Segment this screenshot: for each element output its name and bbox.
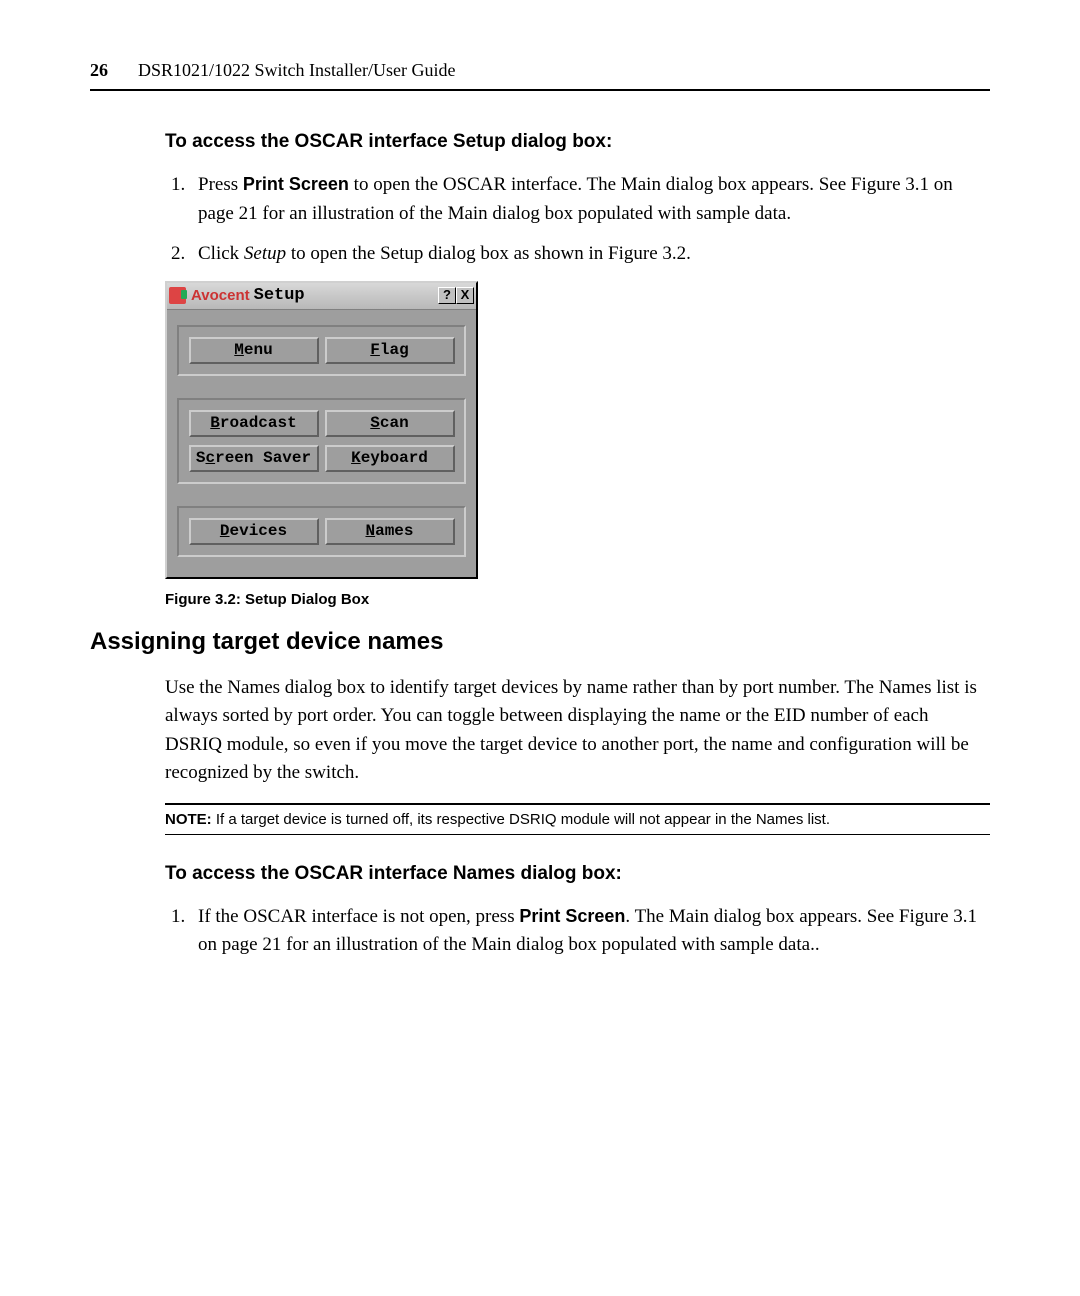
page-number: 26 xyxy=(90,60,108,81)
guide-title: DSR1021/1022 Switch Installer/User Guide xyxy=(138,60,455,81)
note-block: NOTE: If a target device is turned off, … xyxy=(165,803,990,835)
title-bar-buttons: ? X xyxy=(438,287,474,304)
scan-button[interactable]: Scan xyxy=(325,410,455,437)
button-group-3: Devices Names xyxy=(177,506,466,557)
section-heading-setup: To access the OSCAR interface Setup dial… xyxy=(165,131,990,153)
dialog-body: Menu Flag Broadcast Scan Screen Saver Ke… xyxy=(167,310,476,577)
setup-italic: Setup xyxy=(244,243,286,264)
page-header: 26 DSR1021/1022 Switch Installer/User Gu… xyxy=(90,60,990,91)
section-heading-names: To access the OSCAR interface Names dial… xyxy=(165,863,990,885)
brand-text: Avocent xyxy=(191,287,250,304)
help-button[interactable]: ? xyxy=(438,287,456,304)
note-label: NOTE: xyxy=(165,811,212,828)
title-bar: Avocent Setup ? X xyxy=(167,283,476,310)
step-1: Press Print Screen to open the OSCAR int… xyxy=(190,171,990,228)
print-screen-bold: Print Screen xyxy=(519,906,625,926)
broadcast-button[interactable]: Broadcast xyxy=(189,410,319,437)
button-row: Devices Names xyxy=(187,518,456,545)
keyboard-button[interactable]: Keyboard xyxy=(325,445,455,472)
note-text: If a target device is turned off, its re… xyxy=(212,811,830,828)
instruction-list-2: If the OSCAR interface is not open, pres… xyxy=(165,903,990,960)
names-button[interactable]: Names xyxy=(325,518,455,545)
body-paragraph: Use the Names dialog box to identify tar… xyxy=(165,674,990,788)
button-row: Menu Flag xyxy=(187,337,456,364)
avocent-logo-icon xyxy=(169,287,186,304)
figure-caption: Figure 3.2: Setup Dialog Box xyxy=(165,591,990,608)
setup-dialog-figure: Avocent Setup ? X Menu Flag Broadcast Sc… xyxy=(165,281,990,579)
button-group-2: Broadcast Scan Screen Saver Keyboard xyxy=(177,398,466,484)
devices-button[interactable]: Devices xyxy=(189,518,319,545)
step-1: If the OSCAR interface is not open, pres… xyxy=(190,903,990,960)
print-screen-bold: Print Screen xyxy=(243,174,349,194)
button-row: Screen Saver Keyboard xyxy=(187,445,456,472)
main-section-heading: Assigning target device names xyxy=(90,628,990,656)
instruction-list-1: Press Print Screen to open the OSCAR int… xyxy=(165,171,990,269)
dialog-window: Avocent Setup ? X Menu Flag Broadcast Sc… xyxy=(165,281,478,579)
button-row: Broadcast Scan xyxy=(187,410,456,437)
screen-saver-button[interactable]: Screen Saver xyxy=(189,445,319,472)
close-button[interactable]: X xyxy=(456,287,474,304)
button-group-1: Menu Flag xyxy=(177,325,466,376)
step-2: Click Setup to open the Setup dialog box… xyxy=(190,240,990,269)
flag-button[interactable]: Flag xyxy=(325,337,455,364)
dialog-title: Setup xyxy=(254,286,305,305)
menu-button[interactable]: Menu xyxy=(189,337,319,364)
